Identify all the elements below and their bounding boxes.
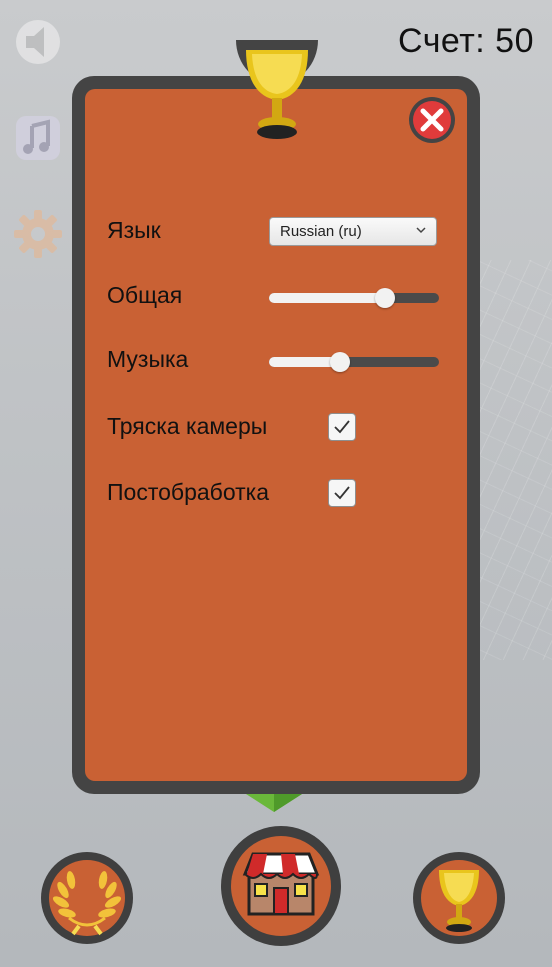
language-select-value: Russian (ru) — [280, 223, 362, 240]
leaderboard-button[interactable] — [413, 852, 505, 944]
music-icon — [16, 116, 60, 160]
slider-fill — [269, 293, 385, 303]
selected-tab-arrow-icon — [246, 794, 302, 812]
sound-button[interactable] — [12, 16, 64, 68]
general-volume-label: Общая — [107, 282, 183, 308]
language-label: Язык — [107, 217, 161, 243]
shop-icon — [242, 852, 320, 916]
trophy-icon — [439, 870, 479, 932]
achievements-button[interactable] — [41, 852, 133, 944]
shop-button[interactable] — [221, 826, 341, 946]
music-button[interactable] — [12, 112, 64, 164]
postprocessing-label: Постобработка — [107, 479, 269, 505]
music-volume-slider[interactable] — [269, 352, 439, 372]
music-volume-label: Музыка — [107, 346, 189, 372]
settings-icon — [14, 210, 62, 258]
close-button[interactable] — [408, 96, 456, 144]
settings-button[interactable] — [12, 208, 64, 260]
postprocessing-checkbox[interactable] — [328, 479, 356, 507]
general-volume-slider[interactable] — [269, 288, 439, 308]
close-icon — [409, 97, 455, 143]
language-select[interactable]: Russian (ru) — [269, 217, 437, 246]
camera-shake-checkbox[interactable] — [328, 413, 356, 441]
checkmark-icon — [334, 420, 350, 434]
score-label: Счет: 50 — [398, 22, 534, 60]
trophy-icon — [236, 40, 318, 139]
achievements-wreath-icon — [52, 871, 122, 936]
sound-icon — [16, 20, 60, 64]
slider-handle[interactable] — [374, 288, 395, 308]
camera-shake-label: Тряска камеры — [107, 413, 268, 439]
chevron-down-icon — [416, 227, 426, 234]
checkmark-icon — [334, 486, 350, 500]
